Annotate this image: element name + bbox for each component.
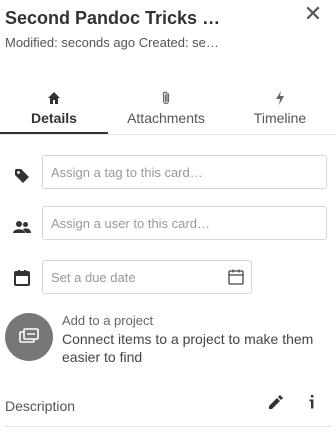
info-icon <box>309 395 314 409</box>
date-picker-button[interactable] <box>227 268 245 286</box>
description-label: Description <box>5 398 76 414</box>
tab-label: Details <box>31 110 77 126</box>
divider <box>5 426 331 427</box>
project-title: Add to a project <box>62 313 154 328</box>
tab-bar: Details Attachments Timeline <box>0 88 336 135</box>
calendar-outline-icon <box>228 269 244 285</box>
due-date-input[interactable] <box>43 261 229 293</box>
tab-details[interactable]: Details <box>0 88 108 134</box>
edit-description-button[interactable] <box>266 393 284 411</box>
user-input[interactable] <box>42 206 327 240</box>
close-button[interactable]: ✕ <box>303 1 323 26</box>
tag-input[interactable] <box>42 155 327 189</box>
lightning-icon <box>274 88 286 108</box>
folders-icon <box>19 328 39 343</box>
users-icon <box>12 217 32 237</box>
add-to-project-button[interactable] <box>5 313 53 361</box>
project-description: Connect items to a project to make them … <box>62 331 314 365</box>
calendar-icon <box>12 268 32 288</box>
card-meta: Modified: seconds ago Created: se… <box>5 35 219 50</box>
close-icon: ✕ <box>303 1 323 26</box>
tab-label: Timeline <box>253 110 307 126</box>
tag-icon <box>12 166 32 186</box>
card-title: Second Pandoc Tricks … <box>5 8 221 28</box>
paperclip-icon <box>160 88 172 108</box>
tab-attachments[interactable]: Attachments <box>108 88 224 134</box>
tab-label: Attachments <box>127 110 205 126</box>
due-date-field <box>42 260 252 294</box>
pencil-icon <box>269 395 283 409</box>
home-icon <box>47 88 61 108</box>
info-button[interactable] <box>303 393 321 411</box>
tab-timeline[interactable]: Timeline <box>230 88 330 134</box>
